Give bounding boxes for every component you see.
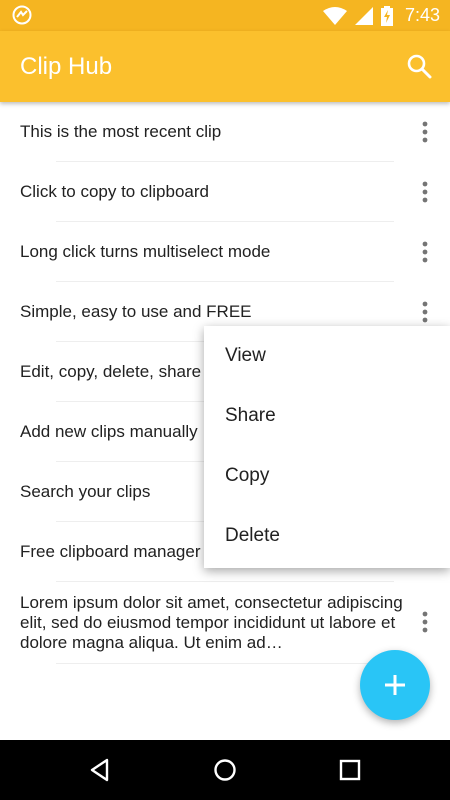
clip-text: Lorem ipsum dolor sit amet, consectetur … — [20, 593, 403, 652]
clip-text: Edit, copy, delete, share y — [20, 362, 215, 381]
divider — [56, 663, 394, 664]
plus-icon — [385, 675, 405, 695]
clip-text: This is the most recent clip — [20, 122, 222, 141]
clip-text: Free clipboard manager — [20, 542, 201, 561]
clip-text: Long click turns multiselect mode — [20, 242, 271, 261]
search-icon[interactable] — [406, 53, 432, 79]
wifi-icon — [322, 6, 347, 25]
more-vert-icon[interactable] — [414, 236, 436, 268]
clip-row[interactable]: Long click turns multiselect mode — [0, 222, 450, 282]
menu-item-copy[interactable]: Copy — [204, 446, 450, 506]
context-menu: View Share Copy Delete — [204, 326, 450, 568]
app-notification-icon — [12, 5, 32, 25]
menu-item-delete[interactable]: Delete — [204, 506, 450, 566]
cell-signal-icon — [354, 6, 373, 25]
status-bar: 7:43 — [0, 0, 450, 31]
clip-row[interactable]: Click to copy to clipboard — [0, 162, 450, 222]
home-icon[interactable] — [210, 755, 240, 785]
more-vert-icon[interactable] — [414, 116, 436, 148]
more-vert-icon[interactable] — [414, 296, 436, 328]
app-title: Clip Hub — [20, 53, 113, 80]
clip-text: Add new clips manually — [20, 422, 198, 441]
battery-charging-icon — [380, 5, 393, 26]
back-icon[interactable] — [85, 755, 115, 785]
navigation-bar — [0, 740, 450, 800]
more-vert-icon[interactable] — [414, 176, 436, 208]
menu-item-view[interactable]: View — [204, 326, 450, 386]
status-time: 7:43 — [404, 5, 440, 25]
menu-item-share[interactable]: Share — [204, 386, 450, 446]
add-clip-button[interactable] — [360, 650, 430, 720]
more-vert-icon[interactable] — [414, 606, 436, 638]
clip-text: Click to copy to clipboard — [20, 182, 209, 201]
clip-text: Search your clips — [20, 482, 151, 501]
clip-row[interactable]: This is the most recent clip — [0, 102, 450, 162]
app-bar: Clip Hub — [0, 31, 450, 102]
recents-icon[interactable] — [335, 755, 365, 785]
